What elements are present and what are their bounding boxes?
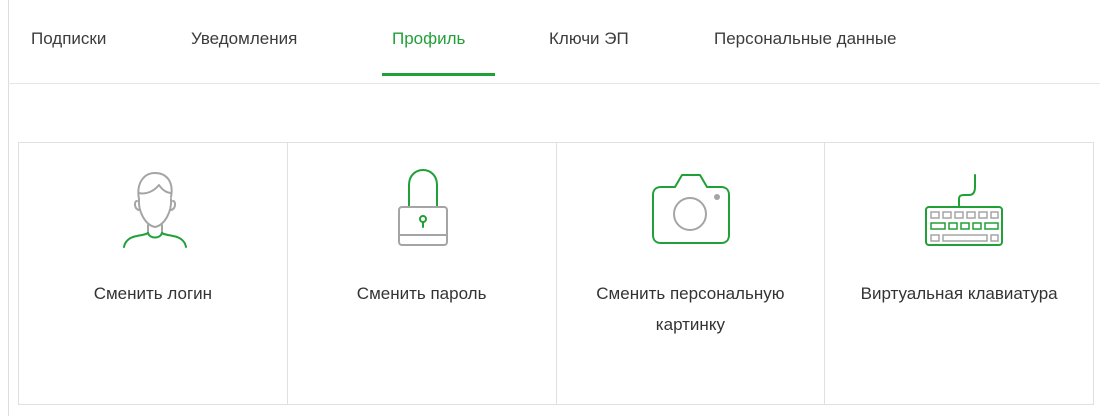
user-icon xyxy=(122,172,187,248)
change-picture-label: Сменить персональную картинку xyxy=(596,284,785,334)
virtual-keyboard-label: Виртуальная клавиатура xyxy=(860,284,1058,303)
active-tab-indicator xyxy=(382,73,495,76)
keyboard-icon xyxy=(925,174,1004,246)
change-password-card[interactable]: Сменить пароль xyxy=(288,143,557,404)
change-picture-card[interactable]: Сменить персональную картинку xyxy=(557,143,826,404)
tab-notifications[interactable]: Уведомления xyxy=(191,28,297,50)
change-password-label: Сменить пароль xyxy=(356,284,487,303)
change-login-card[interactable]: Сменить логин xyxy=(19,143,288,404)
lock-icon xyxy=(397,168,448,246)
profile-actions-grid: Сменить логин Сменить пароль Сменить пер… xyxy=(18,142,1094,405)
tab-subscriptions[interactable]: Подписки xyxy=(31,28,106,50)
tab-bar: Подписки Уведомления Профиль Ключи ЭП Пе… xyxy=(8,0,1100,84)
virtual-keyboard-card[interactable]: Виртуальная клавиатура xyxy=(825,143,1093,404)
tab-personal-data[interactable]: Персональные данные xyxy=(714,28,897,50)
tab-keys[interactable]: Ключи ЭП xyxy=(549,28,629,50)
tab-profile[interactable]: Профиль xyxy=(392,28,465,50)
camera-icon xyxy=(652,174,731,244)
change-login-label: Сменить логин xyxy=(93,284,213,303)
